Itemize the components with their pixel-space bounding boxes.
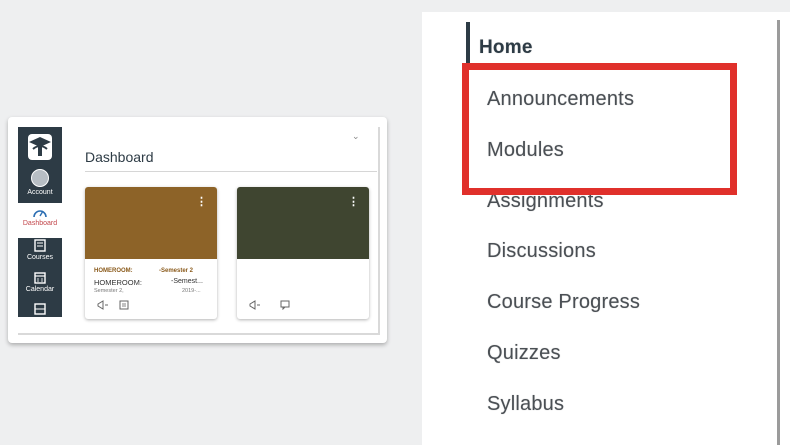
assignments-icon[interactable] — [118, 300, 130, 310]
course-nav-quizzes[interactable]: Quizzes — [487, 342, 561, 365]
announcements-icon[interactable] — [97, 300, 109, 310]
course-nav-course-progress[interactable]: Course Progress — [487, 291, 640, 314]
inbox-icon — [34, 303, 46, 315]
dashboard-screenshot: Account Dashboard Courses Calendar ⌄ Das… — [8, 117, 387, 343]
global-nav-calendar[interactable]: Calendar — [18, 271, 62, 299]
course-card-code: HOMEROOM: — [94, 268, 133, 274]
card-options-icon[interactable]: ⋮ — [348, 195, 359, 208]
chevron-down-icon[interactable]: ⌄ — [352, 131, 360, 142]
global-nav-account-label: Account — [27, 189, 53, 196]
calendar-icon — [34, 272, 46, 284]
title-divider — [85, 171, 377, 172]
course-card[interactable]: ⋮ — [237, 187, 369, 319]
course-card-hero[interactable]: ⋮ — [237, 187, 369, 259]
global-nav-account[interactable]: Account — [18, 169, 62, 199]
course-card-name-continued[interactable]: -Semest... — [171, 278, 203, 285]
global-nav-courses-label: Courses — [26, 254, 54, 261]
course-card-subtitle-continued: 2019-... — [182, 288, 201, 294]
global-nav-dashboard[interactable]: Dashboard — [18, 203, 62, 238]
global-nav-calendar-label: Calendar — [25, 286, 55, 293]
course-card-subtitle: Semester 2, — [94, 288, 124, 294]
discussions-icon[interactable] — [280, 300, 292, 310]
dashboard-window: Account Dashboard Courses Calendar ⌄ Das… — [18, 127, 380, 335]
course-nav-home[interactable]: Home — [479, 37, 533, 59]
course-nav-syllabus[interactable]: Syllabus — [487, 393, 564, 416]
course-card-term: -Semester 2 — [159, 268, 194, 274]
global-nav-inbox[interactable] — [18, 303, 62, 317]
course-card-hero[interactable]: ⋮ — [85, 187, 217, 259]
course-card-name[interactable]: HOMEROOM: — [94, 278, 142, 287]
card-options-icon[interactable]: ⋮ — [196, 195, 207, 208]
account-avatar-icon — [31, 169, 49, 187]
highlight-annotation-box — [462, 63, 737, 195]
global-nav-courses[interactable]: Courses — [18, 239, 62, 267]
announcements-icon[interactable] — [249, 300, 261, 310]
dashboard-speedometer-icon — [33, 210, 47, 218]
course-card[interactable]: ⋮ HOMEROOM: -Semester 2 HOMEROOM: -Semes… — [85, 187, 217, 319]
active-item-indicator — [466, 22, 470, 64]
global-navigation: Account Dashboard Courses Calendar — [18, 127, 62, 317]
course-nav-discussions[interactable]: Discussions — [487, 240, 596, 263]
page-title: Dashboard — [85, 149, 154, 165]
panel-border — [777, 20, 780, 445]
school-logo-icon — [28, 134, 52, 160]
global-nav-dashboard-label: Dashboard — [22, 220, 58, 227]
courses-book-icon — [34, 239, 46, 252]
